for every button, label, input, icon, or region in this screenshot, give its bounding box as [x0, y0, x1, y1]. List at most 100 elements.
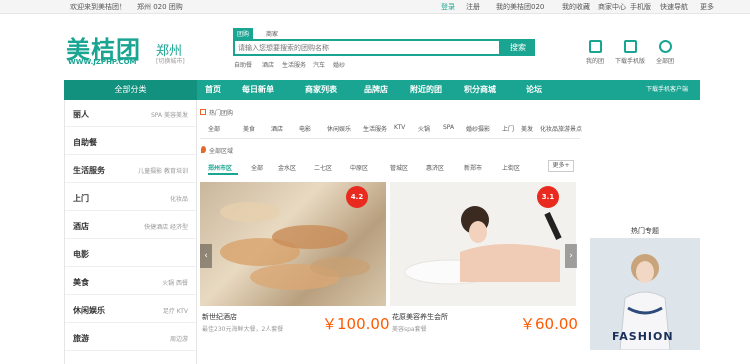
- shortcut-all-groups[interactable]: 全部团: [647, 40, 683, 65]
- category-option[interactable]: 生活服务: [363, 124, 387, 133]
- area-option[interactable]: 新郑市: [464, 163, 482, 172]
- search-box: [233, 39, 501, 56]
- shortcut-label: 下载手机版: [614, 58, 645, 65]
- search-tab-merchant[interactable]: 商家: [262, 28, 282, 39]
- check-icon: [623, 40, 637, 53]
- area-option[interactable]: 二七区: [314, 163, 332, 172]
- sidebar-item[interactable]: 丽人 SPA 美容美发: [65, 100, 196, 127]
- sidebar-item[interactable]: 旅游 周边游: [65, 324, 196, 351]
- more-areas-button[interactable]: 更多+: [548, 160, 574, 172]
- shortcut-label: 我的团: [585, 58, 604, 65]
- more-link[interactable]: 更多: [700, 2, 714, 12]
- sidebar-item[interactable]: 生活服务 儿童摄影 教育培训: [65, 156, 196, 183]
- sidebar-item-sub[interactable]: 足疗 KTV: [163, 306, 188, 315]
- filter-divider: [200, 138, 580, 139]
- sidebar-item-title: 酒店: [73, 222, 89, 231]
- nav-item-daily[interactable]: 每日新单: [242, 80, 274, 100]
- search-tab-group[interactable]: 团购: [233, 28, 254, 39]
- hot-word[interactable]: 婚纱: [333, 60, 345, 69]
- sidebar-item-title: 自助餐: [73, 138, 97, 147]
- banner-text: FASHION: [612, 330, 674, 343]
- sidebar-item[interactable]: 休闲娱乐 足疗 KTV: [65, 296, 196, 323]
- category-option[interactable]: 火锅: [418, 124, 430, 133]
- category-option[interactable]: 婚纱摄影: [466, 124, 490, 133]
- sidebar-item-title: 丽人: [73, 110, 89, 119]
- shortcut-download-app[interactable]: 下载手机版: [612, 40, 648, 65]
- shortcut-my-group[interactable]: 我的团: [577, 40, 613, 65]
- hot-word[interactable]: 自助餐: [234, 60, 252, 69]
- mobile-client-link[interactable]: 下载手机客户端: [646, 80, 688, 100]
- login-link[interactable]: 登录: [441, 2, 455, 12]
- logo-url: WWW.JZPHP.COM: [68, 58, 137, 66]
- sidebar-item-title: 生活服务: [73, 166, 105, 175]
- category-option[interactable]: 电影: [299, 124, 311, 133]
- search-button[interactable]: 搜索: [501, 39, 535, 56]
- category-option[interactable]: 化妆品: [540, 124, 558, 133]
- product-name[interactable]: 新世纪酒店: [202, 312, 237, 322]
- sidebar-item-sub[interactable]: 化妆品: [170, 194, 188, 203]
- nav-item-brands[interactable]: 品牌店: [364, 80, 388, 100]
- category-option[interactable]: 美发: [521, 124, 533, 133]
- category-option[interactable]: KTV: [394, 124, 405, 131]
- nav-item-merchants[interactable]: 商家列表: [305, 80, 337, 100]
- sidebar-item-title: 电影: [73, 250, 89, 259]
- local-text[interactable]: 郑州 020 团购: [137, 2, 183, 12]
- carousel-prev-arrow[interactable]: ‹: [200, 244, 212, 268]
- all-categories-button[interactable]: 全部分类: [64, 80, 197, 100]
- shortcut-label: 全部团: [655, 58, 674, 65]
- search-input[interactable]: [235, 41, 499, 54]
- category-option[interactable]: 上门: [502, 124, 514, 133]
- merchant-link[interactable]: 商家中心: [598, 2, 626, 12]
- sidebar-item[interactable]: 酒店 快捷酒店 经济型: [65, 212, 196, 239]
- register-link[interactable]: 注册: [466, 2, 480, 12]
- sidebar-item-sub[interactable]: 儿童摄影 教育培训: [138, 166, 188, 175]
- nav-item-points[interactable]: 积分商城: [464, 80, 496, 100]
- main-nav: 全部分类 首页 每日新单 商家列表 品牌店 附近的团 积分商城 论坛 下载手机客…: [64, 80, 700, 100]
- area-option-selected[interactable]: 郑州市区: [208, 163, 232, 172]
- area-selected-underline: [208, 173, 238, 175]
- area-option[interactable]: 全部: [251, 163, 263, 172]
- area-option[interactable]: 惠济区: [426, 163, 444, 172]
- category-icon: [200, 109, 206, 115]
- area-option[interactable]: 金水区: [278, 163, 296, 172]
- sidebar-item-sub[interactable]: 火锅 西餐: [162, 278, 188, 287]
- nav-item-forum[interactable]: 论坛: [526, 80, 542, 100]
- category-option[interactable]: 全部: [208, 124, 220, 133]
- nav-item-nearby[interactable]: 附近的团: [410, 80, 442, 100]
- category-option[interactable]: 休闲娱乐: [327, 124, 351, 133]
- favorites-link[interactable]: 我的收藏: [562, 2, 590, 12]
- product-description: 美容spa套餐: [392, 326, 427, 333]
- hot-word[interactable]: 生活服务: [282, 60, 306, 69]
- product-description: 最佳230元海鲜大餐，2人套餐: [202, 326, 284, 333]
- doc-icon: [588, 40, 602, 53]
- sidebar-item-sub[interactable]: 快捷酒店 经济型: [144, 222, 188, 231]
- category-option[interactable]: 美食: [243, 124, 255, 133]
- city-switch-link[interactable]: [切换城市]: [156, 56, 185, 65]
- sidebar-item[interactable]: 自助餐: [65, 128, 196, 155]
- area-option[interactable]: 管城区: [390, 163, 408, 172]
- special-topic-title: 热门专题: [631, 227, 659, 235]
- product-price: ￥60.00: [520, 315, 578, 333]
- product-name[interactable]: 花原美容养生会所: [392, 312, 448, 322]
- hot-word[interactable]: 酒店: [262, 60, 274, 69]
- hot-word[interactable]: 汽车: [313, 60, 325, 69]
- quick-nav-link[interactable]: 快速导航: [660, 2, 688, 12]
- carousel-next-arrow[interactable]: ›: [565, 244, 577, 268]
- area-option[interactable]: 中原区: [350, 163, 368, 172]
- category-option[interactable]: SPA: [443, 124, 454, 131]
- sidebar-item[interactable]: 电影: [65, 240, 196, 267]
- location-pin-icon: [201, 146, 206, 153]
- sidebar-item-title: 休闲娱乐: [73, 306, 105, 315]
- category-filter-title: 热门团购: [209, 110, 234, 117]
- nav-item-home[interactable]: 首页: [205, 80, 221, 100]
- sidebar-item-sub[interactable]: 周边游: [170, 334, 188, 343]
- mobile-link[interactable]: 手机版: [630, 2, 651, 12]
- sidebar-item-sub[interactable]: SPA 美容美发: [151, 110, 188, 119]
- sidebar-item[interactable]: 上门 化妆品: [65, 184, 196, 211]
- category-option[interactable]: 酒店: [271, 124, 283, 133]
- sidebar-item[interactable]: 美食 火锅 西餐: [65, 268, 196, 295]
- category-option[interactable]: 旅游景点: [558, 124, 582, 133]
- area-option[interactable]: 上街区: [502, 163, 520, 172]
- my-jzt-link[interactable]: 我的美桔团020: [496, 2, 544, 12]
- special-topic-banner[interactable]: FASHION: [590, 238, 700, 350]
